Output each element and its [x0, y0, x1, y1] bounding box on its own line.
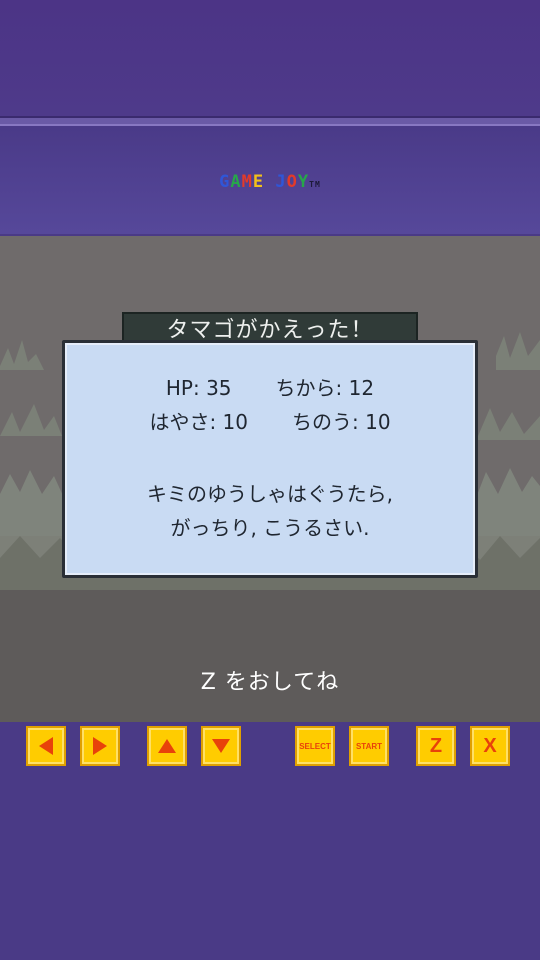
start-button[interactable]: START	[349, 726, 389, 766]
logo-letter: Y	[297, 172, 310, 192]
left-button[interactable]	[26, 726, 66, 766]
down-arrow-icon	[212, 739, 230, 753]
logo-letter	[264, 172, 275, 192]
stats-row-1: HP: 35 ちから: 12	[65, 371, 475, 405]
right-button[interactable]	[80, 726, 120, 766]
logo-letter: O	[286, 172, 298, 192]
stats-row-2: はやさ: 10 ちのう: 10	[65, 405, 475, 439]
select-button[interactable]: SELECT	[295, 726, 335, 766]
speed-stat: はやさ: 10	[149, 410, 248, 434]
divider	[0, 116, 540, 126]
message-line-1: キミのゆうしゃはぐうたら,	[147, 482, 393, 506]
logo-letter: M	[241, 172, 253, 192]
logo-letter: J	[275, 172, 287, 192]
status-dialog: HP: 35 ちから: 12 はやさ: 10 ちのう: 10 キミのゆうしゃはぐうた…	[62, 340, 478, 578]
up-arrow-icon	[158, 739, 176, 753]
game-joy-logo: GAME JOYTM	[0, 172, 540, 192]
right-arrow-icon	[93, 737, 107, 755]
up-button[interactable]	[147, 726, 187, 766]
logo-letter: A	[230, 172, 242, 192]
message-line-2: がっちり, こうるさい.	[170, 516, 370, 540]
logo-text: GAME JOY	[219, 172, 309, 192]
left-arrow-icon	[39, 737, 53, 755]
press-z-prompt: Z をおしてね	[200, 670, 340, 695]
logo-letter: G	[219, 172, 231, 192]
trademark: TM	[309, 180, 321, 189]
hp-stat: HP: 35	[165, 376, 232, 400]
power-stat: ちから: 12	[275, 376, 375, 400]
down-button[interactable]	[201, 726, 241, 766]
z-button[interactable]: Z	[416, 726, 456, 766]
intelligence-stat: ちのう: 10	[292, 410, 391, 434]
top-bar	[0, 0, 540, 116]
x-button[interactable]: X	[470, 726, 510, 766]
logo-letter: E	[252, 172, 265, 192]
